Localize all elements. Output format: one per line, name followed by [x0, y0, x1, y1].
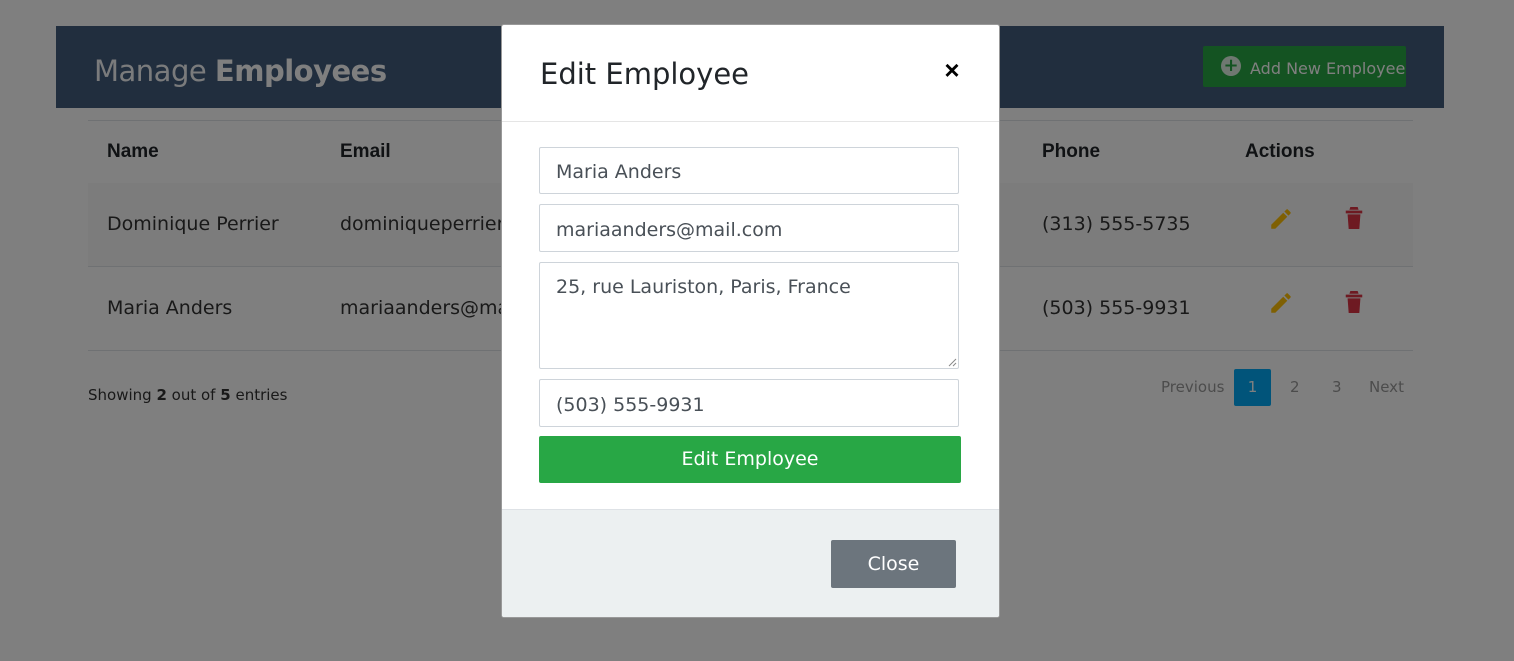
page: Manage Employees + Add New Employee Name…	[0, 0, 1514, 661]
name-value: Maria Anders	[556, 161, 682, 183]
resize-grip-icon[interactable]	[947, 357, 957, 367]
phone-field[interactable]: (503) 555-9931	[539, 379, 959, 427]
close-button[interactable]: Close	[831, 540, 956, 588]
edit-employee-modal: Edit Employee × Maria Anders mariaanders…	[501, 24, 1000, 618]
edit-employee-submit-button[interactable]: Edit Employee	[539, 436, 961, 483]
phone-value: (503) 555-9931	[556, 394, 705, 416]
email-value: mariaanders@mail.com	[556, 219, 783, 241]
address-textarea[interactable]: 25, rue Lauriston, Paris, France	[539, 262, 959, 369]
email-field[interactable]: mariaanders@mail.com	[539, 204, 959, 252]
close-icon[interactable]: ×	[939, 55, 965, 86]
address-value: 25, rue Lauriston, Paris, France	[556, 276, 851, 298]
modal-divider	[502, 121, 999, 122]
modal-title: Edit Employee	[540, 57, 750, 91]
modal-footer: Close	[502, 509, 999, 617]
name-field[interactable]: Maria Anders	[539, 147, 959, 194]
